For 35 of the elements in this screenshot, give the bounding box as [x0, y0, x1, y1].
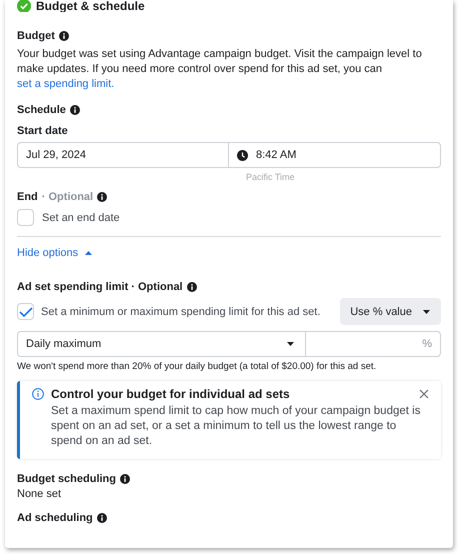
date-field[interactable]: Jul 29, 2024	[17, 142, 229, 168]
limit-type-dropdown[interactable]: Daily maximum	[17, 331, 306, 357]
time-field[interactable]: 8:42 AM	[229, 142, 441, 168]
callout-title: Control your budget for individual ad sets	[51, 387, 291, 401]
value-text: None set	[17, 488, 62, 500]
section-label: Ad set spending limit · Optional	[17, 281, 183, 293]
checkbox[interactable]	[17, 209, 34, 226]
info-icon	[32, 388, 44, 400]
callout-text: Set a maximum spend limit to cap how much of your campaign budget is spent on an ad set, or a set a minimum to tell us the lowest range to spend on an ad set.	[50, 404, 422, 449]
info-icon[interactable]	[120, 474, 130, 484]
budget-description: Your budget was set using Advantage campaign budget. Visit the campaign level to make updates. If you need more control over spend for this ad set, you can set a spending limit.	[17, 47, 423, 92]
section-label: Schedule	[17, 104, 66, 116]
checkbox-label: Set a minimum or maximum spending limit for this ad set.	[41, 306, 322, 318]
info-icon[interactable]	[58, 31, 69, 41]
section-label: Budget	[17, 30, 55, 42]
spending-limit-link[interactable]: set a spending limit.	[17, 78, 114, 90]
info-icon[interactable]	[186, 282, 197, 292]
checkbox-label: Set an end date	[42, 212, 120, 224]
section-label: Start date	[17, 125, 68, 137]
hide-options-toggle[interactable]: Hide options	[17, 247, 94, 259]
section-label: Ad scheduling	[17, 512, 93, 524]
info-icon[interactable]	[97, 192, 108, 202]
caret-down-icon	[286, 341, 295, 347]
mode-dropdown[interactable]: Use % value	[340, 298, 441, 325]
clock-icon	[237, 150, 248, 160]
close-icon[interactable]	[419, 389, 429, 399]
info-icon[interactable]	[70, 105, 80, 115]
section-label: End	[17, 191, 38, 203]
caret-down-icon	[422, 308, 431, 314]
optional-label: · Optional	[42, 191, 94, 203]
section-label: Budget scheduling	[17, 473, 116, 485]
info-icon[interactable]	[96, 513, 107, 523]
timezone-label: Pacific Time	[246, 172, 295, 182]
limit-note: We won't spend more than 20% of your daily budget (a total of $20.00) for this ad set.	[17, 361, 378, 372]
checkbox[interactable]	[17, 303, 34, 320]
